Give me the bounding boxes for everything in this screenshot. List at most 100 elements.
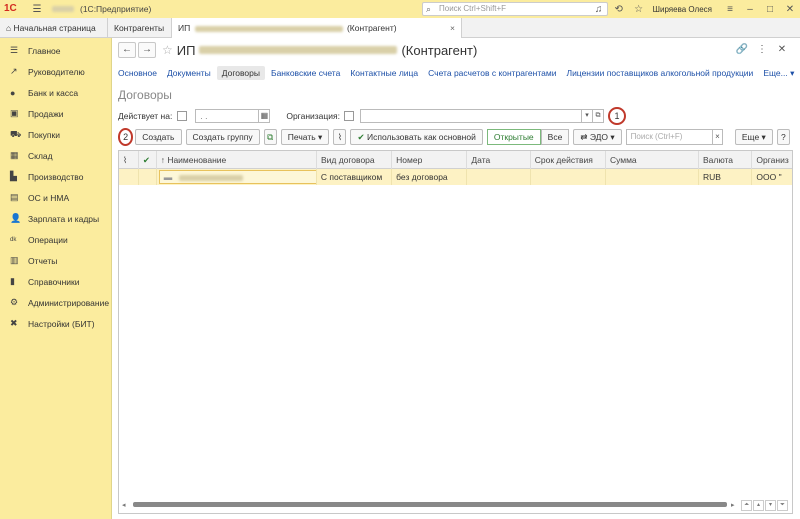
sidebar-item-manager[interactable]: ↗ Руководителю <box>0 61 111 82</box>
forward-button[interactable]: → <box>138 42 156 58</box>
section-title: Договоры <box>118 88 172 102</box>
link-main[interactable]: Основное <box>118 68 157 78</box>
sidebar-item-assets[interactable]: ▤ ОС и НМА <box>0 187 111 208</box>
link-contracts[interactable]: Договоры <box>216 66 265 80</box>
scroll-left-icon[interactable]: ◂ <box>122 501 126 509</box>
sidebar-item-warehouse[interactable]: ▦ Склад <box>0 145 111 166</box>
global-search-input[interactable]: ⌕ Поиск Ctrl+Shift+F <box>422 2 608 16</box>
page-last-icon[interactable]: ⏷ <box>777 500 788 511</box>
tab-counterparty-card[interactable]: ИП (Контрагент) × <box>172 18 462 38</box>
settings-icon[interactable]: ≡ <box>720 4 740 15</box>
title-bar-actions: ♫ ⟲ ☆ Ширяева Олеся ≡ – □ ✕ <box>589 0 800 18</box>
sidebar-item-main[interactable]: ☰ Главное <box>0 40 111 61</box>
column-header-sum[interactable]: Сумма <box>606 151 699 169</box>
scroll-right-icon[interactable]: ▸ <box>731 501 735 509</box>
close-icon[interactable]: ✕ <box>780 4 800 15</box>
history-icon[interactable]: ⟲ <box>609 4 629 15</box>
maximize-icon[interactable]: □ <box>760 4 780 15</box>
link-alcohol-licenses[interactable]: Лицензии поставщиков алкогольной продукц… <box>566 68 753 78</box>
tab-home[interactable]: ⌂ Начальная страница <box>0 18 108 38</box>
organization-checkbox[interactable] <box>343 111 354 121</box>
blurred-contract-name <box>178 174 243 181</box>
print-button[interactable]: Печать ▾ <box>280 129 330 145</box>
column-header-currency[interactable]: Валюта <box>699 151 753 169</box>
page-down-icon[interactable]: ▾ <box>765 500 776 511</box>
favorite-star-icon[interactable]: ☆ <box>162 43 173 57</box>
filter-open-button[interactable]: Открытые <box>486 129 541 145</box>
tab-counterparties[interactable]: Контрагенты <box>108 18 172 38</box>
sidebar-item-salary[interactable]: 👤 Зарплата и кадры <box>0 208 111 229</box>
column-header-type[interactable]: Вид договора <box>317 151 393 169</box>
title-bar: 1С ☰ (1С:Предприятие) ⌕ Поиск Ctrl+Shift… <box>0 0 800 18</box>
link-bank-accounts[interactable]: Банковские счета <box>271 68 340 78</box>
sidebar-item-admin[interactable]: ⚙ Администрирование <box>0 292 111 313</box>
open-link-icon[interactable]: ⧉ <box>591 109 604 123</box>
contract-name-cell[interactable]: ▬ <box>158 170 316 184</box>
link-settlement-accounts[interactable]: Счета расчетов с контрагентами <box>428 68 556 78</box>
contract-sum-cell <box>606 169 699 185</box>
attachment-icon[interactable]: ⌇ <box>333 129 347 145</box>
coins-icon: ● <box>10 87 16 98</box>
column-header-name[interactable]: ↑ Наименование <box>157 151 317 169</box>
books-icon: ▮ <box>10 276 15 286</box>
page-title: ИП (Контрагент) <box>176 42 478 58</box>
production-icon: ▙ <box>10 171 17 181</box>
sidebar-item-bit-settings[interactable]: ✖ Настройки (БИТ) <box>0 313 111 334</box>
form-header-actions: 🔗 ⋮ ✕ <box>732 44 792 55</box>
link-contacts[interactable]: Контактные лица <box>350 68 418 78</box>
link-documents[interactable]: Документы <box>167 68 211 78</box>
clear-search-icon[interactable]: × <box>713 129 723 145</box>
close-tab-icon[interactable]: × <box>450 18 455 38</box>
blurred-base-name <box>52 6 74 12</box>
user-name[interactable]: Ширяева Олеся <box>653 5 712 14</box>
more-vert-icon[interactable]: ⋮ <box>752 44 772 55</box>
use-as-main-button[interactable]: ✔ Использовать как основной <box>350 129 483 145</box>
acts-on-date-input[interactable]: . . <box>195 109 260 123</box>
acts-on-checkbox[interactable] <box>177 111 188 121</box>
sidebar-item-production[interactable]: ▙ Производство <box>0 166 111 187</box>
contract-type-cell: С поставщиком <box>317 169 393 185</box>
column-header-term[interactable]: Срок действия <box>531 151 606 169</box>
help-button[interactable]: ? <box>776 129 791 145</box>
tools-icon: ✖ <box>10 318 18 328</box>
bell-icon[interactable]: ♫ <box>589 4 609 15</box>
acts-on-label: Действует на: <box>118 111 173 121</box>
contract-number-cell: без договора <box>392 169 468 185</box>
minimize-icon[interactable]: – <box>740 4 760 15</box>
back-button[interactable]: ← <box>118 42 136 58</box>
table-row[interactable]: ▬ С поставщиком без договора RUB ООО " <box>119 169 792 185</box>
list-search-input[interactable]: Поиск (Ctrl+F) <box>625 129 714 145</box>
organization-input[interactable] <box>359 109 582 123</box>
page-up-icon[interactable]: ▴ <box>753 500 764 511</box>
sidebar: ☰ Главное ↗ Руководителю ● Банк и касса ▣ Пр… <box>0 38 112 519</box>
star-icon[interactable]: ☆ <box>629 4 649 15</box>
calendar-icon[interactable]: ▦ <box>258 109 271 123</box>
copy-icon[interactable]: ⧉ <box>263 129 277 145</box>
horizontal-scrollbar[interactable] <box>133 502 727 507</box>
contracts-table: ⌇ ✔ ↑ Наименование Вид договора Номер Да… <box>118 150 793 514</box>
open-tabs-bar: ⌂ Начальная страница Контрагенты ИП (Кон… <box>0 18 800 38</box>
link-icon[interactable]: 🔗 <box>732 44 752 55</box>
filter-all-button[interactable]: Все <box>540 129 570 145</box>
edo-button[interactable]: ⇄ ЭДО ▾ <box>573 129 622 145</box>
form-header: ← → ☆ ИП (Контрагент) <box>118 42 477 58</box>
column-header-number[interactable]: Номер <box>392 151 468 169</box>
column-header-organization[interactable]: Организ <box>752 151 792 169</box>
more-button[interactable]: Еще ▾ <box>734 129 773 145</box>
sidebar-item-bank[interactable]: ● Банк и касса <box>0 82 111 103</box>
sidebar-item-purchases[interactable]: ⛟ Покупки <box>0 124 111 145</box>
close-form-icon[interactable]: ✕ <box>772 44 792 55</box>
contract-org-cell: ООО " <box>756 172 782 182</box>
column-header-date[interactable]: Дата <box>467 151 531 169</box>
link-more[interactable]: Еще... ▾ <box>763 68 794 79</box>
hamburger-icon[interactable]: ☰ <box>30 4 44 15</box>
sidebar-item-directories[interactable]: ▮ Справочники <box>0 271 111 292</box>
create-group-button[interactable]: Создать группу <box>185 129 260 145</box>
create-button[interactable]: Создать <box>135 129 182 145</box>
page-first-icon[interactable]: ⏶ <box>741 500 752 511</box>
sidebar-item-sales[interactable]: ▣ Продажи <box>0 103 111 124</box>
edo-icon: ⇄ <box>580 132 588 142</box>
sales-icon: ▣ <box>10 108 19 118</box>
sidebar-item-operations[interactable]: ᵈᵏ Операции <box>0 229 111 250</box>
sidebar-item-reports[interactable]: ▥ Отчеты <box>0 250 111 271</box>
